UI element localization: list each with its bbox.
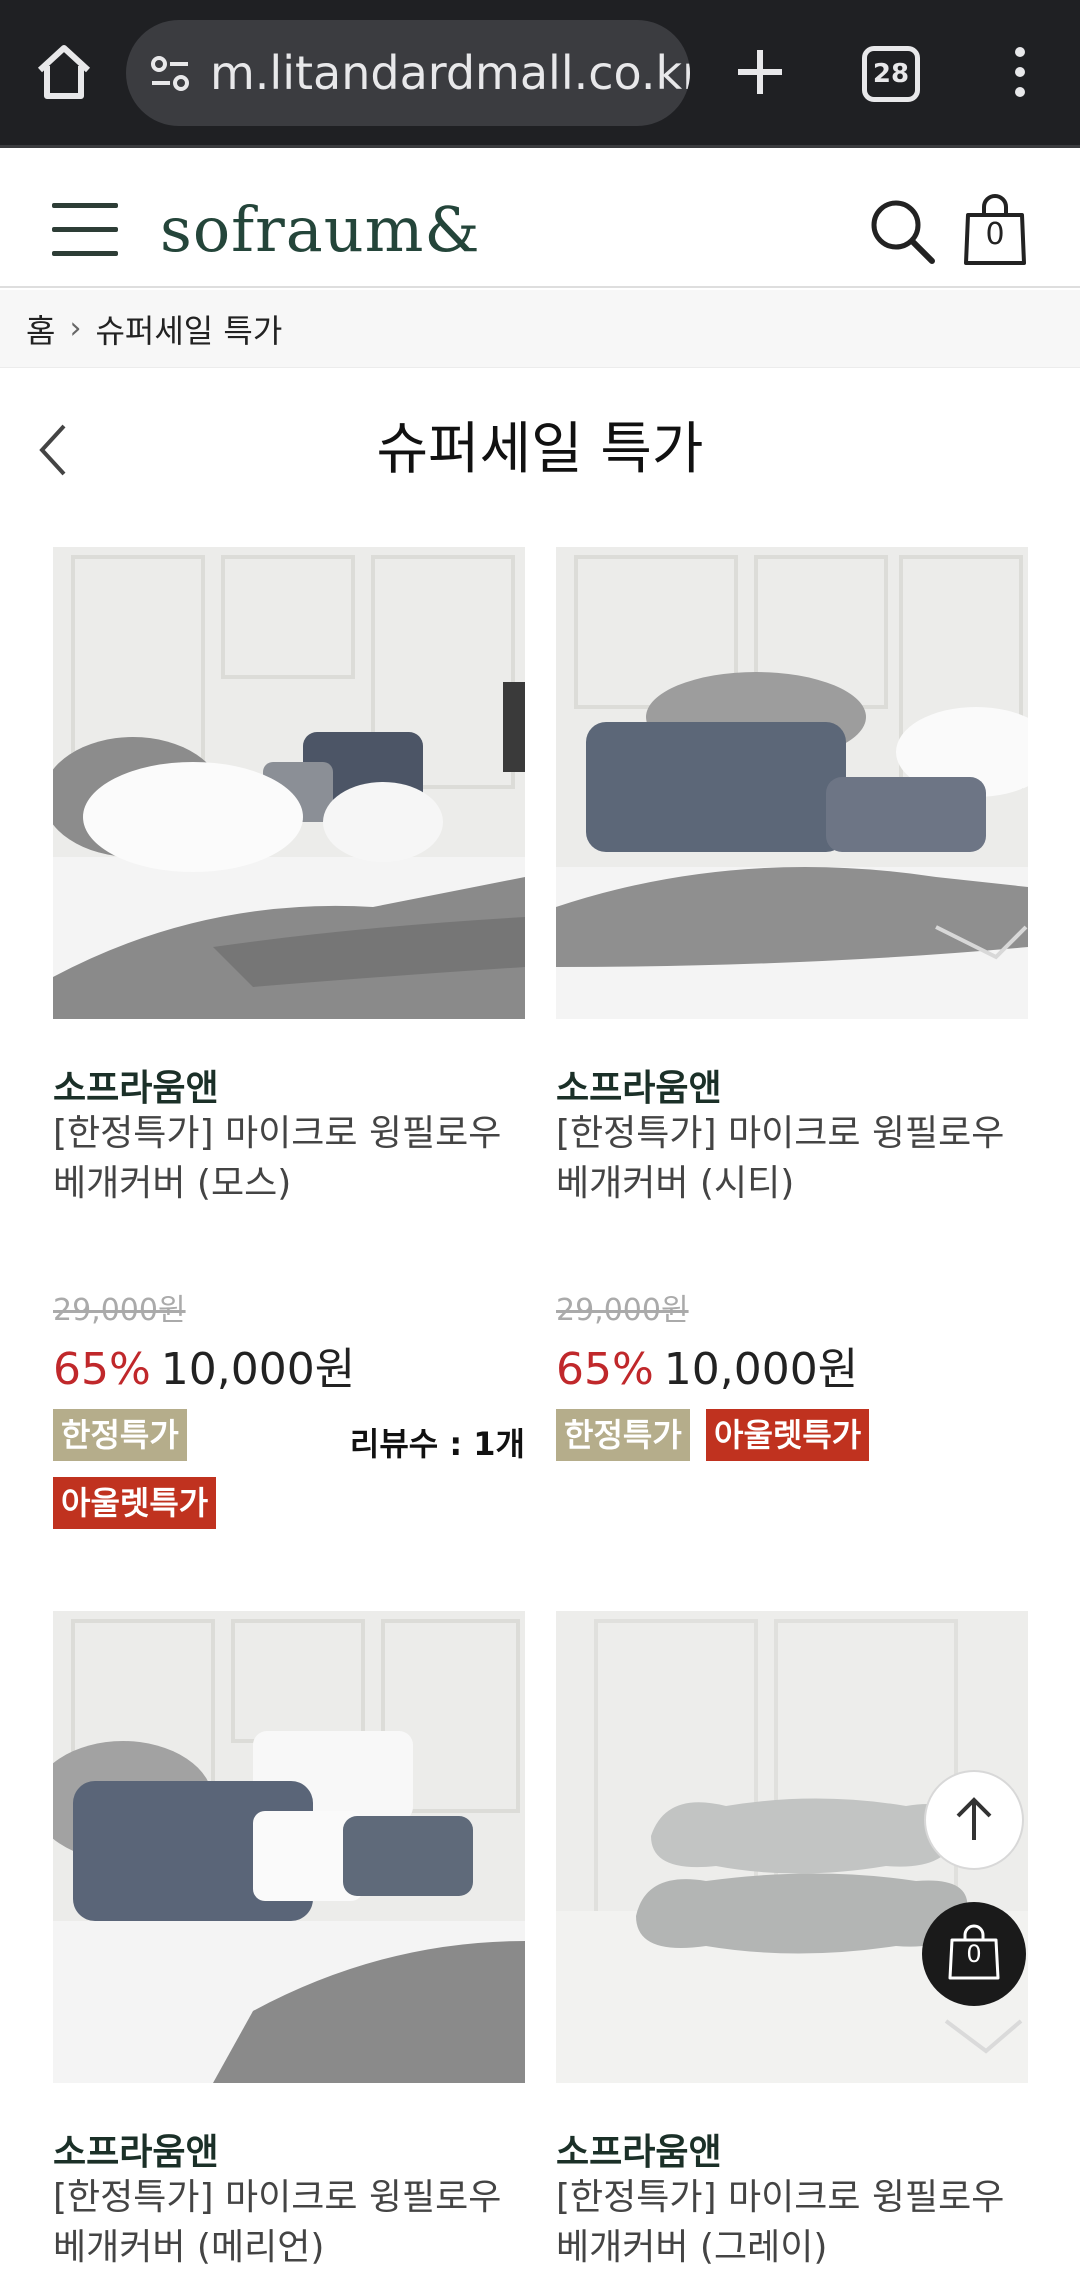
product-name[interactable]: [한정특가] 마이크로 윙필로우 베개커버 (그레이) [556, 2173, 1028, 2273]
product-card[interactable]: 소프라움앤 [한정특가] 마이크로 윙필로우 베개커버 (시티) 29,000원… [556, 547, 1028, 1547]
site-logo[interactable]: sofraum& [160, 193, 481, 266]
site-settings-icon[interactable] [150, 56, 190, 92]
scroll-to-top-button[interactable] [924, 1770, 1024, 1870]
arrow-up-icon [956, 1797, 992, 1840]
product-brand: 소프라움앤 [556, 2132, 722, 2173]
floating-cart-button[interactable]: 0 [922, 1902, 1026, 2006]
more-options-icon[interactable] [1000, 40, 1040, 104]
new-tab-icon[interactable] [728, 40, 792, 104]
breadcrumb-home[interactable]: 홈 [26, 306, 55, 352]
product-image[interactable] [53, 547, 525, 1019]
floating-cart-count: 0 [966, 1940, 982, 1968]
breadcrumb: 홈 › 슈퍼세일 특가 [0, 290, 1080, 368]
address-bar[interactable]: m.litandardmall.co.kr/ [126, 20, 690, 126]
original-price: 29,000원 [556, 1293, 689, 1328]
shopping-bag-icon[interactable]: 0 [962, 193, 1028, 267]
review-count: 리뷰수 : 1개 [349, 1425, 525, 1463]
site-header: sofraum& 0 [0, 151, 1080, 288]
discount-rate: 65% [53, 1344, 151, 1395]
product-image[interactable] [53, 1611, 525, 2083]
tab-switcher-button[interactable]: 28 [862, 46, 920, 102]
search-icon[interactable] [868, 197, 938, 267]
product-name[interactable]: [한정특가] 마이크로 윙필로우 베개커버 (모스) [53, 1109, 525, 1209]
original-price: 29,000원 [53, 1293, 186, 1328]
tag-limited: 한정특가 [53, 1409, 187, 1461]
home-icon[interactable] [32, 40, 96, 104]
tag-outlet: 아울렛특가 [706, 1409, 870, 1461]
product-image[interactable] [556, 547, 1028, 1019]
url-text[interactable]: m.litandardmall.co.kr/ [210, 20, 690, 126]
cart-count: 0 [985, 217, 1005, 252]
product-card[interactable]: 소프라움앤 [한정특가] 마이크로 윙필로우 베개커버 (메리언) [53, 1611, 525, 2284]
sale-price-row: 65% 10,000원 [556, 1333, 858, 1397]
sale-price-row: 65% 10,000원 [53, 1333, 355, 1397]
browser-toolbar: m.litandardmall.co.kr/ 28 [0, 0, 1080, 148]
product-brand: 소프라움앤 [53, 2132, 219, 2173]
sale-price: 10,000원 [663, 1344, 859, 1395]
tag-outlet: 아울렛특가 [53, 1477, 217, 1529]
page-title-row: 슈퍼세일 특가 [0, 400, 1080, 500]
breadcrumb-current[interactable]: 슈퍼세일 특가 [95, 306, 282, 352]
product-card[interactable]: 소프라움앤 [한정특가] 마이크로 윙필로우 베개커버 (모스) 29,000원… [53, 547, 525, 1547]
product-name[interactable]: [한정특가] 마이크로 윙필로우 베개커버 (시티) [556, 1109, 1028, 1209]
product-brand: 소프라움앤 [53, 1068, 219, 1109]
page-title: 슈퍼세일 특가 [376, 417, 704, 482]
product-name[interactable]: [한정특가] 마이크로 윙필로우 베개커버 (메리언) [53, 2173, 525, 2273]
discount-rate: 65% [556, 1344, 654, 1395]
chevron-right-icon: › [69, 311, 82, 346]
back-arrow-icon[interactable] [34, 422, 74, 478]
product-brand: 소프라움앤 [556, 1068, 722, 1109]
tag-limited: 한정특가 [556, 1409, 690, 1461]
hamburger-menu-icon[interactable] [52, 203, 118, 257]
sale-price: 10,000원 [160, 1344, 356, 1395]
